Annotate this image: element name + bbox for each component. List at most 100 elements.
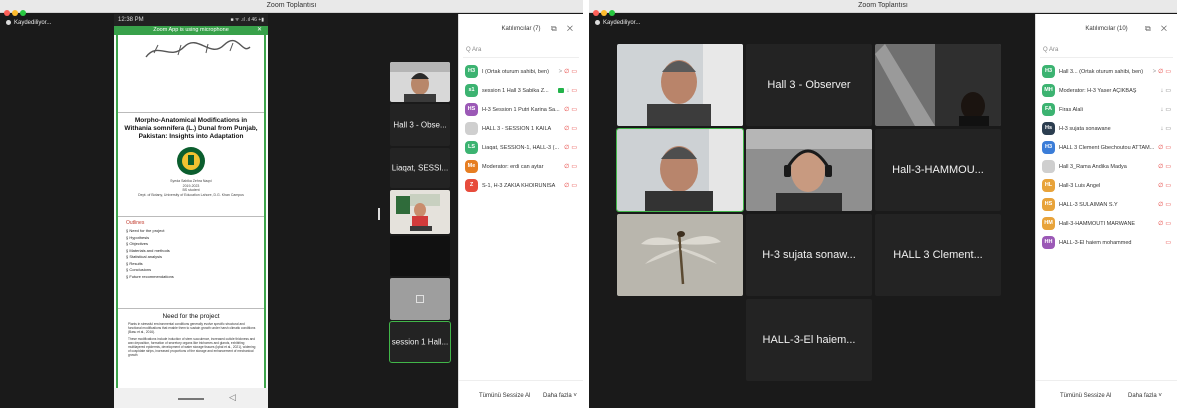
participant-row[interactable]: HL Hall-3 Luis Angel ∅ ▭ bbox=[1036, 176, 1177, 195]
participant-row[interactable]: H3 I (Ortak oturum sahibi, ben) > ∅ ▭ bbox=[459, 62, 583, 81]
camera-off-icon[interactable]: ▭ bbox=[571, 88, 577, 94]
phone-status-bar: 12:38 PM ■ ᯤ .ıl .ıl 46 +▮ bbox=[114, 14, 268, 26]
close-window-button[interactable] bbox=[4, 10, 10, 16]
recording-indicator[interactable]: Kaydediliyor... bbox=[595, 20, 640, 26]
video-tile[interactable]: HALL 3 Clement... bbox=[875, 214, 1001, 296]
participant-status-icons: ∅ ▭ bbox=[1158, 163, 1177, 170]
panel-controls-icon[interactable]: ⧉ ✕ bbox=[551, 24, 577, 34]
mic-muted-icon[interactable]: ∅ bbox=[1158, 202, 1163, 208]
camera-off-icon[interactable]: ▭ bbox=[1165, 164, 1171, 170]
camera-icon[interactable]: ▭ bbox=[1165, 88, 1171, 94]
participant-row[interactable]: H3 Hall 3... (Ortak oturum sahibi, ben) > ∅… bbox=[1036, 62, 1177, 81]
participant-row[interactable]: Z S-1, H-3 ZAKIA KHOIRUNISA ∅ ▭ bbox=[459, 176, 583, 195]
camera-off-icon[interactable]: ▭ bbox=[1165, 202, 1171, 208]
mic-muted-icon[interactable]: ∅ bbox=[1158, 164, 1163, 170]
video-tile[interactable]: HALL-3-El haiem... bbox=[746, 299, 872, 381]
chevron-right-icon[interactable]: > bbox=[559, 69, 563, 75]
mic-icon[interactable]: ↓ bbox=[1160, 126, 1163, 132]
participant-status-icons: ↓ ▭ bbox=[1160, 87, 1177, 94]
mic-muted-icon[interactable]: ∅ bbox=[564, 145, 569, 151]
camera-off-icon[interactable]: ▭ bbox=[571, 126, 577, 132]
outline-slide: Outlines § Need for the project § Hypothe… bbox=[118, 217, 264, 309]
mic-icon[interactable]: ↓ bbox=[1160, 88, 1163, 94]
mic-muted-icon[interactable]: ∅ bbox=[1158, 69, 1163, 75]
home-icon[interactable] bbox=[178, 398, 204, 400]
camera-off-icon[interactable]: ▭ bbox=[1165, 69, 1171, 75]
splitter-handle[interactable] bbox=[378, 208, 380, 220]
recording-indicator[interactable]: Kaydediliyor... bbox=[6, 20, 51, 26]
video-tile[interactable] bbox=[617, 44, 743, 126]
participant-status-icons: ∅ ▭ bbox=[564, 163, 583, 170]
mic-muted-icon[interactable]: ∅ bbox=[1158, 221, 1163, 227]
video-tile[interactable]: Hall 3 - Observer bbox=[746, 44, 872, 126]
maximize-window-button[interactable] bbox=[20, 10, 26, 16]
mic-icon[interactable]: ↓ bbox=[1160, 107, 1163, 113]
university-logo-icon bbox=[177, 147, 205, 175]
video-tile-active-speaker[interactable] bbox=[616, 128, 744, 212]
participant-list: H3 I (Ortak oturum sahibi, ben) > ∅ ▭ s1 sessi… bbox=[459, 62, 583, 195]
video-tile[interactable] bbox=[875, 44, 1001, 126]
camera-off-icon[interactable]: ▭ bbox=[571, 107, 577, 113]
camera-off-icon[interactable]: ▭ bbox=[571, 69, 577, 75]
mic-muted-icon[interactable]: ∅ bbox=[1158, 145, 1163, 151]
mic-muted-icon[interactable]: ∅ bbox=[564, 107, 569, 113]
maximize-window-button[interactable] bbox=[609, 10, 615, 16]
camera-off-icon[interactable]: ▭ bbox=[571, 164, 577, 170]
avatar: Hs bbox=[1042, 122, 1055, 135]
minimize-window-button[interactable] bbox=[601, 10, 607, 16]
mic-muted-icon[interactable]: ∅ bbox=[564, 183, 569, 189]
mic-muted-icon[interactable]: ∅ bbox=[564, 69, 569, 75]
participant-row[interactable]: Me Moderator: erdi can aytar ∅ ▭ bbox=[459, 157, 583, 176]
participant-search[interactable]: Q Ara bbox=[463, 44, 579, 58]
video-tile[interactable] bbox=[390, 62, 450, 102]
minimize-window-button[interactable] bbox=[12, 10, 18, 16]
participant-row[interactable]: FA Firas Alali ↓ ▭ bbox=[1036, 100, 1177, 119]
camera-off-icon[interactable]: ▭ bbox=[1165, 145, 1171, 151]
chevron-right-icon[interactable]: > bbox=[1153, 69, 1157, 75]
video-tile[interactable]: Hall 3 - Obse... bbox=[390, 104, 450, 146]
mute-all-button[interactable]: Tümünü Sessize Al bbox=[1056, 389, 1115, 403]
video-tile[interactable] bbox=[390, 278, 450, 320]
screen-share-icon bbox=[416, 295, 424, 303]
participant-row[interactable]: HS H-3 Session 1 Putri Karina Sa... ∅ ▭ bbox=[459, 100, 583, 119]
participant-row[interactable]: HH HALL-3-El haiem mohammed ▭ bbox=[1036, 233, 1177, 252]
camera-icon[interactable]: ▭ bbox=[1165, 107, 1171, 113]
camera-off-icon[interactable]: ▭ bbox=[571, 145, 577, 151]
more-options-button[interactable]: Daha fazla ˅ bbox=[1124, 389, 1166, 403]
mic-muted-icon[interactable]: ∅ bbox=[564, 164, 569, 170]
video-tile[interactable] bbox=[390, 236, 450, 276]
participant-row[interactable]: s1 session 1 Hall 3 Sabika Z... ↓ ▭ bbox=[459, 81, 583, 100]
participant-row[interactable]: Hs H-3 sujata sonawane ↓ ▭ bbox=[1036, 119, 1177, 138]
camera-icon[interactable]: ▭ bbox=[1165, 126, 1171, 132]
participant-row[interactable]: HS HALL-3 SULAIMAN S.Y ∅ ▭ bbox=[1036, 195, 1177, 214]
camera-off-icon[interactable]: ▭ bbox=[1165, 240, 1171, 246]
camera-off-icon[interactable]: ▭ bbox=[1165, 221, 1171, 227]
video-tile[interactable]: H-3 sujata sonaw... bbox=[746, 214, 872, 296]
video-tile[interactable] bbox=[617, 214, 743, 296]
participant-row[interactable]: Hall 3_Rama Andika Madya ∅ ▭ bbox=[1036, 157, 1177, 176]
panel-controls-icon[interactable]: ⧉ ✕ bbox=[1145, 24, 1171, 34]
mic-muted-icon[interactable]: ∅ bbox=[1158, 183, 1163, 189]
back-icon[interactable]: ◁ bbox=[229, 392, 236, 403]
participant-row[interactable]: MH Moderator: H-3 Yaser AÇIKBAŞ ↓ ▭ bbox=[1036, 81, 1177, 100]
participant-search[interactable]: Q Ara bbox=[1040, 44, 1173, 58]
video-tile-active-speaker[interactable]: session 1 Hall... bbox=[389, 321, 451, 363]
mute-all-button[interactable]: Tümünü Sessize Al bbox=[475, 389, 534, 403]
mic-icon[interactable]: ↓ bbox=[566, 88, 569, 94]
more-options-button[interactable]: Daha fazla ˅ bbox=[539, 389, 581, 403]
camera-off-icon[interactable]: ▭ bbox=[571, 183, 577, 189]
close-icon[interactable]: ✕ bbox=[257, 26, 262, 35]
video-tile[interactable] bbox=[746, 129, 872, 211]
camera-off-icon[interactable]: ▭ bbox=[1165, 183, 1171, 189]
mic-muted-icon[interactable]: ∅ bbox=[564, 126, 569, 132]
participant-row[interactable]: HALL 3 - SESSION 1 KAILA ∅ ▭ bbox=[459, 119, 583, 138]
participant-row[interactable]: LS Liaqat, SESSION-1, HALL-3 (... ∅ ▭ bbox=[459, 138, 583, 157]
tile-label: Hall 3 - Observer bbox=[767, 79, 851, 91]
slide-viewer[interactable]: Morpho-Anatomical Modifications in Witha… bbox=[116, 35, 266, 395]
video-tile[interactable] bbox=[390, 190, 450, 234]
video-tile[interactable]: Hall-3-HAMMOU... bbox=[875, 129, 1001, 211]
participant-row[interactable]: HM Hall-3-HAMMOUTI MARWANE ∅ ▭ bbox=[1036, 214, 1177, 233]
video-tile[interactable]: Liaqat, SESSI... bbox=[390, 148, 450, 188]
participant-row[interactable]: H3 HALL 3 Clement Gbechoutou ATTAM... ∅ ▭ bbox=[1036, 138, 1177, 157]
close-window-button[interactable] bbox=[593, 10, 599, 16]
